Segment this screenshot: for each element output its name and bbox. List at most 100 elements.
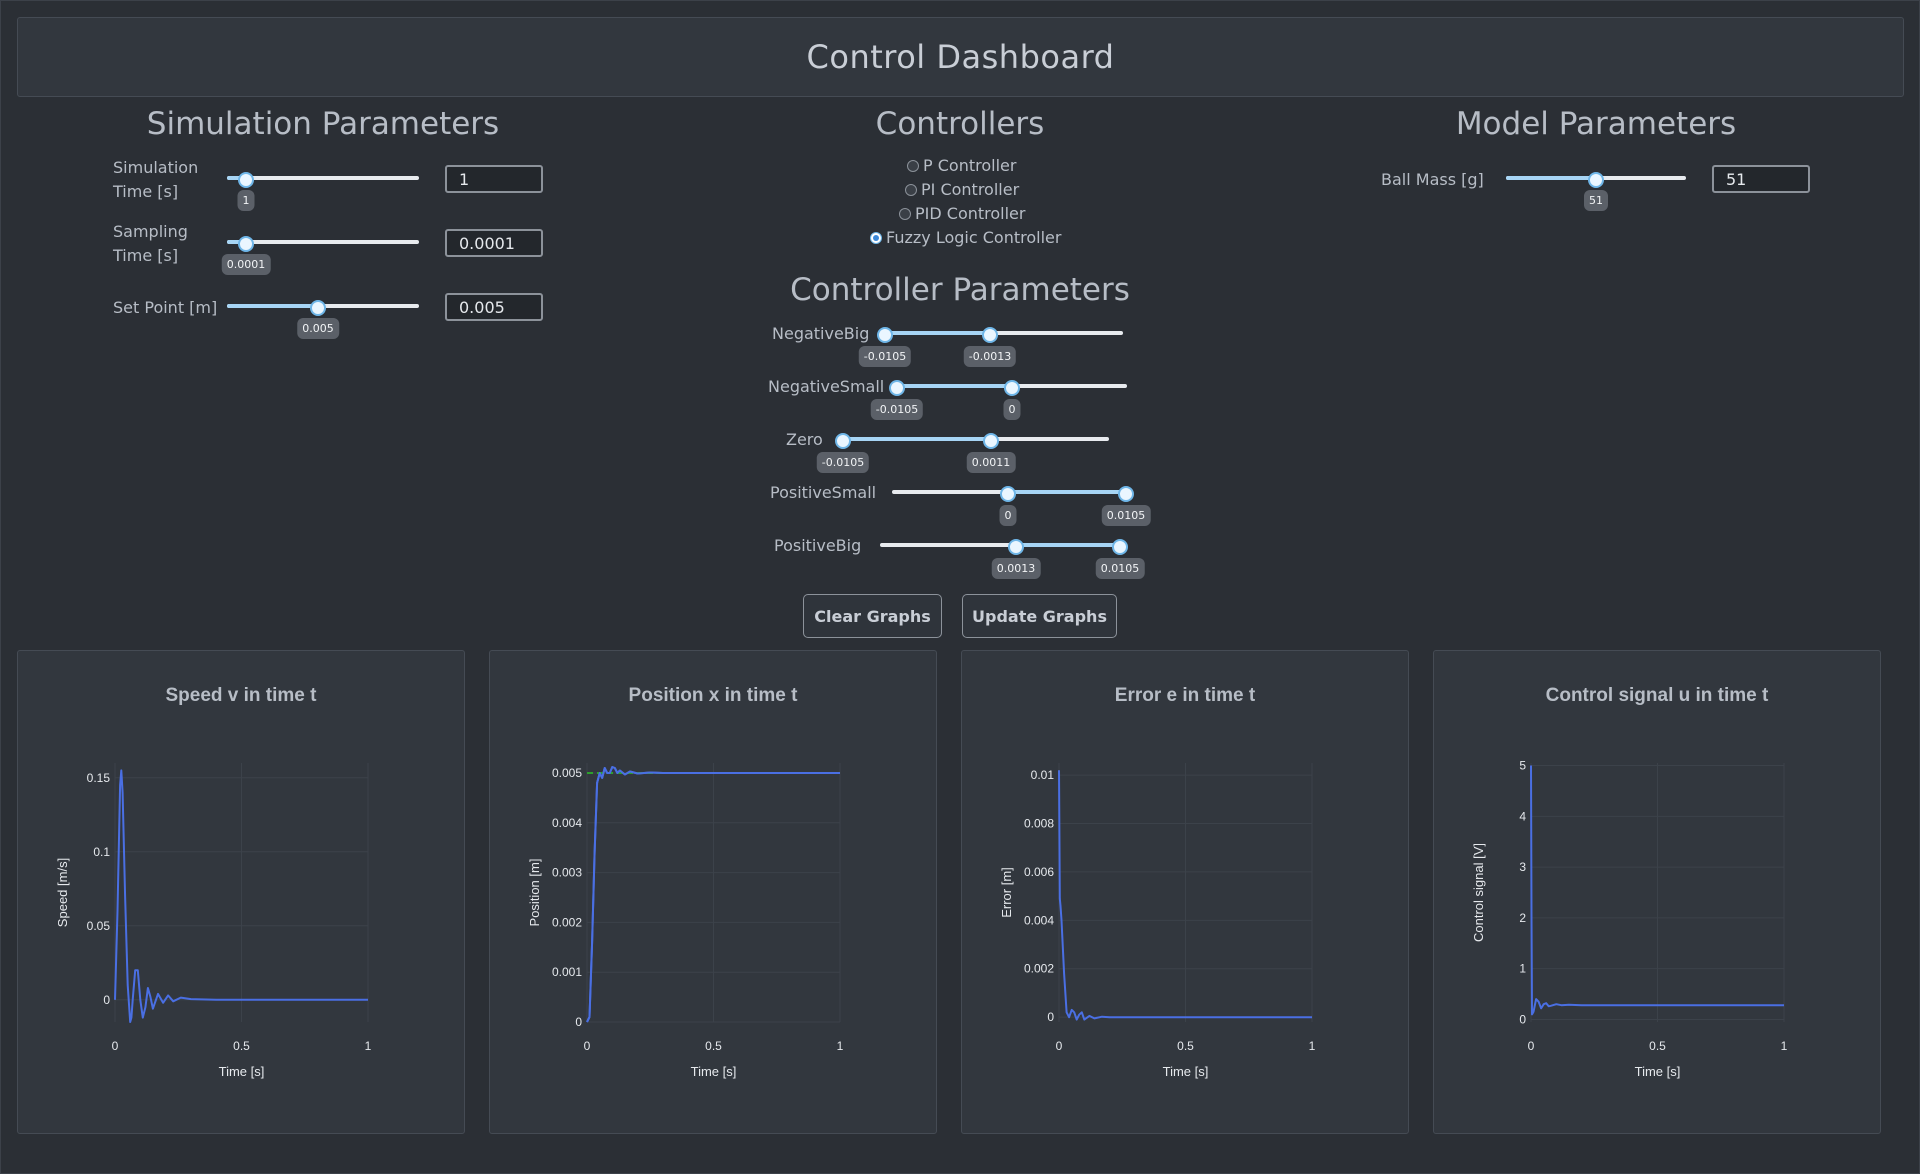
slider-handle[interactable] [238, 236, 254, 252]
range-slider-low-handle[interactable] [1008, 539, 1024, 555]
y-tick-label: 0.01 [1031, 768, 1055, 782]
range-slider-fill [885, 331, 990, 335]
chart-title: Speed v in time t [166, 685, 318, 706]
range-slider-fill [897, 384, 1012, 388]
radio-pi-controller[interactable]: PI Controller [905, 178, 1019, 202]
y-tick-label: 1 [1519, 962, 1526, 976]
ball-mass-label: Ball Mass [g] [1381, 170, 1484, 189]
range-slider-low-handle[interactable] [877, 327, 893, 343]
radio-button[interactable] [907, 160, 919, 172]
x-axis-label: Time [s] [1163, 1064, 1209, 1079]
x-axis-label: Time [s] [691, 1064, 737, 1079]
range-slider-low-handle[interactable] [889, 380, 905, 396]
fuzzy-set-label: NegativeSmall [768, 377, 885, 396]
y-tick-label: 0.008 [1024, 817, 1054, 831]
high-value-tooltip: -0.0013 [963, 346, 1017, 367]
x-tick-label: 0.5 [233, 1039, 250, 1053]
set-point-input[interactable] [445, 293, 543, 321]
slider-handle[interactable] [310, 300, 326, 316]
y-tick-label: 0.004 [1024, 913, 1054, 927]
fuzzy-set-label: PositiveSmall [770, 483, 877, 502]
slider-value-tooltip: 1 [237, 190, 255, 211]
chart-panel-control-signal: Control signal u in time t 0 0.5 1 0 1 2 3 4 5 Tim… [1433, 650, 1881, 1134]
x-tick-label: 0.5 [1177, 1039, 1194, 1053]
x-tick-label: 1 [1781, 1039, 1788, 1053]
radio-button[interactable] [899, 208, 911, 220]
x-tick-label: 1 [837, 1039, 844, 1053]
range-slider-fill [1016, 543, 1120, 547]
range-slider-high-handle[interactable] [1112, 539, 1128, 555]
y-tick-label: 0.05 [87, 919, 111, 933]
range-slider-high-handle[interactable] [983, 433, 999, 449]
low-value-tooltip: -0.0105 [858, 346, 912, 367]
speed-chart: Speed v in time t 0 0.5 1 0 0.05 0.1 0.15 Time [… [55, 685, 372, 1079]
y-tick-label: 5 [1519, 759, 1526, 773]
y-axis-label: Error [m] [999, 867, 1014, 918]
x-tick-label: 1 [365, 1039, 372, 1053]
x-tick-label: 0 [1528, 1039, 1535, 1053]
chart-panel-speed: Speed v in time t 0 0.5 1 0 0.05 0.1 0.15 Time [… [17, 650, 465, 1134]
high-value-tooltip: 0.0105 [1095, 558, 1145, 579]
y-tick-label: 0.004 [552, 816, 582, 830]
chart-title: Position x in time t [629, 685, 799, 706]
set-point-label: Set Point [m] [113, 298, 218, 317]
x-tick-label: 0.5 [705, 1039, 722, 1053]
y-tick-label: 0.006 [1024, 865, 1054, 879]
range-slider-high-handle[interactable] [1118, 486, 1134, 502]
radio-pid-controller[interactable]: PID Controller [899, 202, 1025, 226]
slider-track[interactable] [227, 240, 419, 244]
header-bar: Control Dashboard [17, 17, 1904, 97]
range-slider-high-handle[interactable] [982, 327, 998, 343]
y-axis-label: Position [m] [527, 859, 542, 927]
simulation-time-input[interactable] [445, 165, 543, 193]
controller-parameters-title: Controller Parameters [790, 272, 1130, 308]
slider-value-tooltip: 51 [1584, 190, 1608, 211]
x-tick-label: 0.5 [1649, 1039, 1666, 1053]
low-value-tooltip: 0.0013 [991, 558, 1041, 579]
slider-handle[interactable] [238, 172, 254, 188]
slider-handle[interactable] [1588, 172, 1604, 188]
sampling-time-input[interactable] [445, 229, 543, 257]
x-tick-label: 1 [1309, 1039, 1316, 1053]
update-graphs-button[interactable]: Update Graphs [962, 594, 1117, 638]
x-axis-label: Time [s] [219, 1064, 265, 1079]
y-tick-label: 0 [1519, 1012, 1526, 1026]
y-tick-label: 0 [575, 1015, 582, 1029]
error-chart: Error e in time t 0 0.5 1 0 0.002 0.004 0.006 0.… [999, 685, 1316, 1079]
low-value-tooltip: 0 [999, 505, 1017, 526]
slider-track[interactable] [227, 176, 419, 180]
fuzzy-set-label: Zero [786, 430, 823, 449]
range-slider-high-handle[interactable] [1004, 380, 1020, 396]
range-slider-low-handle[interactable] [835, 433, 851, 449]
x-tick-label: 0 [584, 1039, 591, 1053]
radio-p-controller[interactable]: P Controller [907, 154, 1016, 178]
low-value-tooltip: -0.0105 [816, 452, 870, 473]
chart-title: Control signal u in time t [1546, 685, 1769, 706]
simulation-time-label: Simulation Time [s] [113, 158, 199, 201]
y-tick-label: 0 [1047, 1010, 1054, 1024]
y-tick-label: 2 [1519, 911, 1526, 925]
high-value-tooltip: 0 [1003, 399, 1021, 420]
y-tick-label: 0.1 [93, 845, 110, 859]
fuzzy-set-label: PositiveBig [774, 536, 862, 555]
sampling-time-label: Sampling Time [s] [113, 222, 188, 265]
position-chart: Position x in time t 0 0.5 1 0 0.001 0.002 0.00… [527, 685, 844, 1079]
clear-graphs-button[interactable]: Clear Graphs [803, 594, 942, 638]
ball-mass-input[interactable] [1712, 165, 1810, 193]
y-tick-label: 0.002 [1024, 962, 1054, 976]
chart-panel-error: Error e in time t 0 0.5 1 0 0.002 0.004 0.006 0.… [961, 650, 1409, 1134]
radio-button[interactable] [905, 184, 917, 196]
range-slider-fill [843, 437, 991, 441]
low-value-tooltip: -0.0105 [870, 399, 924, 420]
slider-value-tooltip: 0.005 [297, 318, 339, 339]
radio-fuzzy-controller[interactable]: Fuzzy Logic Controller [870, 226, 1061, 250]
slider-fill [227, 304, 318, 308]
y-tick-label: 3 [1519, 860, 1526, 874]
y-axis-label: Speed [m/s] [55, 858, 70, 927]
range-slider-low-handle[interactable] [1000, 486, 1016, 502]
radio-button-selected[interactable] [870, 232, 882, 244]
y-tick-label: 0.15 [87, 771, 111, 785]
fuzzy-set-label: NegativeBig [772, 324, 870, 343]
x-tick-label: 0 [112, 1039, 119, 1053]
range-slider-fill [1008, 490, 1126, 494]
